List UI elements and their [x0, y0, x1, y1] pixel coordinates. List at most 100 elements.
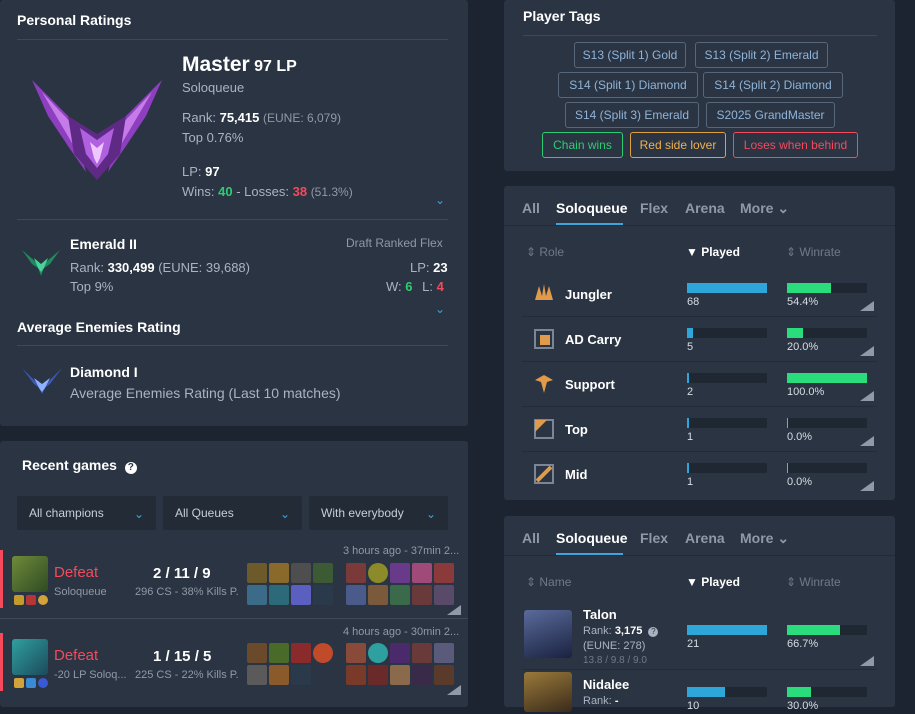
- tab-all[interactable]: All: [522, 530, 540, 546]
- champion-row[interactable]: Talon Rank: 3,175 ? (EUNE: 278) 13.8 / 9…: [504, 604, 895, 668]
- played-value: 2: [687, 386, 694, 398]
- winrate-value: 30.0%: [787, 700, 819, 712]
- champion-portrait: [12, 639, 48, 675]
- rune-icon: [38, 595, 48, 605]
- game-row[interactable]: Defeat Soloqueue 2 / 11 / 9 296 CS - 38%…: [0, 545, 468, 617]
- spell-icon: [14, 678, 24, 688]
- tab-more[interactable]: More ⌄: [740, 200, 789, 217]
- trend-icon[interactable]: [860, 346, 874, 356]
- winrate-value: 54.4%: [787, 296, 819, 308]
- master-queue: Soloqueue: [182, 80, 245, 95]
- spell-icon: [26, 678, 36, 688]
- roles-panel: All Soloqueue Flex Arena More ⌄ ⇕ Role ▼…: [504, 186, 895, 500]
- tag-chip[interactable]: S2025 GrandMaster: [706, 102, 835, 128]
- role-name: AD Carry: [565, 332, 622, 347]
- game-row[interactable]: Defeat -20 LP Soloq... 1 / 15 / 5 225 CS…: [0, 626, 468, 700]
- game-cs: 296 CS - 38% Kills P.: [135, 586, 239, 598]
- enemies-tier: Diamond I: [70, 364, 138, 380]
- col-played[interactable]: ▼ Played: [686, 575, 740, 589]
- tab-arena[interactable]: Arena: [685, 200, 725, 216]
- filter-players-dropdown[interactable]: With everybody ⌄: [309, 496, 448, 530]
- champion-region: (EUNE: 278): [583, 640, 646, 652]
- help-icon[interactable]: ?: [124, 462, 137, 474]
- champion-kda: 13.8 / 9.8 / 9.0: [583, 655, 647, 666]
- winrate-value: 0.0%: [787, 476, 813, 488]
- col-name[interactable]: ⇕ Name: [526, 575, 571, 589]
- master-tier: Master 97 LP: [182, 53, 297, 76]
- expand-game-icon[interactable]: [447, 685, 461, 695]
- played-value: 10: [687, 700, 700, 712]
- emerald-lp: LP: 23: [410, 260, 448, 275]
- col-played[interactable]: ▼ Played: [686, 245, 740, 259]
- game-result: Defeat: [54, 564, 99, 581]
- role-row-mid[interactable]: Mid 1 0.0%: [504, 452, 895, 497]
- master-top: Top 0.76%: [182, 130, 244, 145]
- col-winrate[interactable]: ⇕ Winrate: [786, 245, 841, 259]
- spell-icon: [14, 595, 24, 605]
- nidalee-portrait: [524, 672, 572, 712]
- played-bar: [687, 328, 767, 338]
- recent-games-title: Recent games ?: [22, 457, 137, 474]
- champion-name: Nidalee: [583, 677, 630, 692]
- game-cs: 225 CS - 22% Kills P.: [135, 669, 239, 681]
- tag-chip-red[interactable]: Loses when behind: [733, 132, 858, 158]
- tab-arena[interactable]: Arena: [685, 530, 725, 546]
- mid-role-icon: [534, 464, 554, 484]
- tag-chip[interactable]: S14 (Split 3) Emerald: [565, 102, 699, 128]
- rune-icon: [38, 678, 48, 688]
- tab-flex[interactable]: Flex: [640, 200, 668, 216]
- player-tags-title: Player Tags: [523, 8, 601, 24]
- expand-game-icon[interactable]: [447, 605, 461, 615]
- tab-soloqueue[interactable]: Soloqueue: [556, 200, 628, 216]
- played-value: 21: [687, 638, 700, 650]
- emerald-top: Top 9%: [70, 279, 114, 294]
- champion-name: Talon: [583, 607, 617, 622]
- trend-icon[interactable]: [860, 436, 874, 446]
- tab-soloqueue[interactable]: Soloqueue: [556, 530, 628, 546]
- role-row-jungler[interactable]: Jungler 68 54.4%: [504, 272, 895, 317]
- played-value: 68: [687, 296, 700, 308]
- played-bar: [687, 283, 767, 293]
- game-kda: 1 / 15 / 5: [153, 648, 212, 665]
- filter-champions-dropdown[interactable]: All champions ⌄: [17, 496, 156, 530]
- info-icon[interactable]: ?: [648, 627, 659, 637]
- role-name: Jungler: [565, 287, 612, 302]
- flex-expand-chevron-icon[interactable]: ⌄: [435, 302, 445, 316]
- role-row-support[interactable]: Support 2 100.0%: [504, 362, 895, 407]
- tag-chip-green[interactable]: Chain wins: [542, 132, 623, 158]
- trend-icon[interactable]: [860, 301, 874, 311]
- tag-chip[interactable]: S14 (Split 1) Diamond: [558, 72, 698, 98]
- flex-queue-label: Draft Ranked Flex: [346, 236, 443, 250]
- champion-rank: Rank: -: [583, 695, 619, 707]
- master-rank: Rank: 75,415 (EUNE: 6,079): [182, 110, 342, 125]
- winrate-bar: [787, 373, 867, 383]
- played-value: 1: [687, 431, 694, 443]
- master-expand-chevron-icon[interactable]: ⌄: [435, 193, 445, 207]
- tag-chip[interactable]: S13 (Split 2) Emerald: [695, 42, 828, 68]
- talon-portrait: [524, 610, 572, 658]
- tag-chip-orange[interactable]: Red side lover: [630, 132, 726, 158]
- personal-ratings-title: Personal Ratings: [17, 12, 132, 28]
- tab-flex[interactable]: Flex: [640, 530, 668, 546]
- emerald-rank: Rank: 330,499 (EUNE: 39,688): [70, 260, 250, 275]
- support-role-icon: [535, 375, 553, 393]
- tab-all[interactable]: All: [522, 200, 540, 216]
- tag-chip[interactable]: S13 (Split 1) Gold: [574, 42, 686, 68]
- role-row-ad-carry[interactable]: AD Carry 5 20.0%: [504, 317, 895, 362]
- trend-icon[interactable]: [860, 656, 874, 666]
- tab-more[interactable]: More ⌄: [740, 530, 789, 547]
- winrate-bar: [787, 418, 867, 428]
- trend-icon[interactable]: [860, 391, 874, 401]
- tag-chip[interactable]: S14 (Split 2) Diamond: [703, 72, 843, 98]
- master-lp: LP: 97: [182, 164, 220, 179]
- winrate-bar: [787, 463, 867, 473]
- diamond-emblem-icon: [22, 368, 62, 394]
- role-row-top[interactable]: Top 1 0.0%: [504, 407, 895, 452]
- winrate-bar: [787, 687, 867, 697]
- winrate-bar: [787, 625, 867, 635]
- filter-queues-dropdown[interactable]: All Queues ⌄: [163, 496, 302, 530]
- col-winrate[interactable]: ⇕ Winrate: [786, 575, 841, 589]
- col-role[interactable]: ⇕ Role: [526, 245, 564, 259]
- trend-icon[interactable]: [860, 481, 874, 491]
- champion-row[interactable]: Nidalee Rank: - 10 30.0%: [504, 672, 895, 714]
